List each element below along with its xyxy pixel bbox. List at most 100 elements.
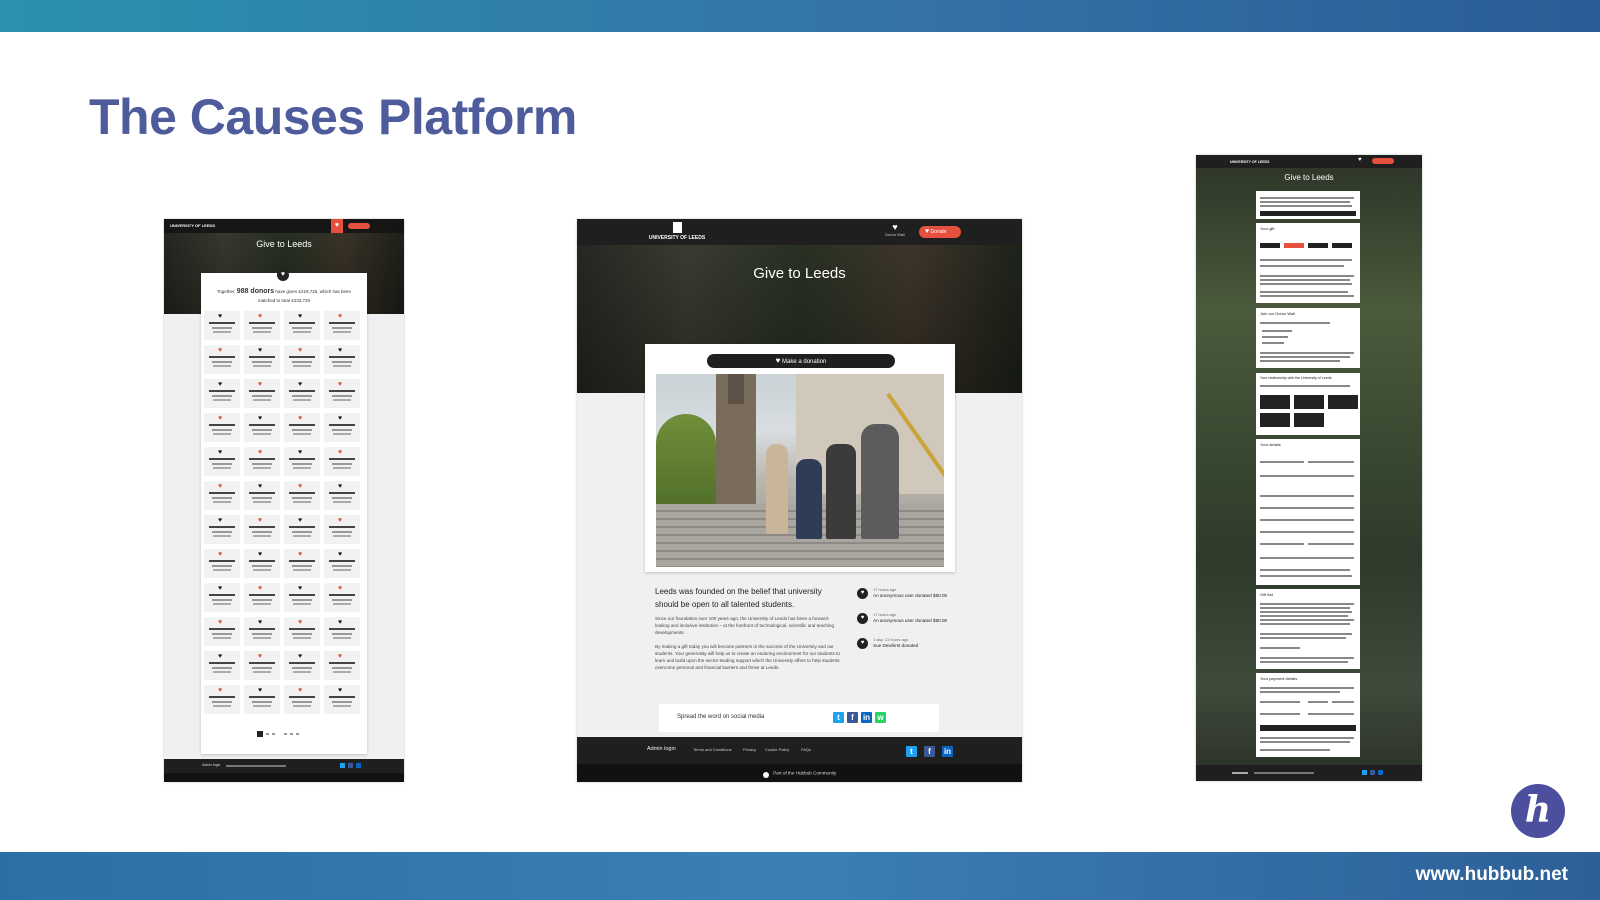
heart-icon: ♥ (338, 483, 343, 490)
linkedin-icon[interactable]: in (861, 712, 872, 723)
relationship-option[interactable] (1260, 395, 1290, 409)
nav-bar: UNIVERSITY OF LEEDS ♥ (164, 219, 404, 233)
heart-icon: ♥ (298, 551, 303, 558)
slide-title: The Causes Platform (89, 89, 577, 145)
donor-grid: ♥ ♥ ♥ ♥ ♥ ♥ ♥ ♥ ♥ ♥ ♥ ♥ ♥ ♥ ♥ ♥ ♥ ♥ ♥ ♥ ♥ ♥ ♥ ♥ ♥ ♥ ♥ ♥ ♥ ♥ ♥ ♥ ♥ ♥ ♥ ♥ ♥ ♥ ♥ ♥… (204, 311, 360, 714)
heart-icon: ♥ (298, 585, 303, 592)
heart-icon: ♥ (857, 613, 868, 624)
heart-icon: ♥ (218, 619, 223, 626)
facebook-icon[interactable]: f (924, 746, 935, 757)
heart-icon: ♥ (338, 381, 343, 388)
donation-card: ♥ Make a donation (645, 344, 955, 572)
donor-tile: ♥ (324, 685, 360, 714)
donate-submit-button[interactable] (1260, 725, 1356, 731)
donor-tile: ♥ (244, 515, 280, 544)
facebook-icon[interactable]: f (847, 712, 858, 723)
heart-icon: ♥ (258, 551, 263, 558)
nav-bar: UNIVERSITY OF LEEDS ♥ Donor Wall ♥ Donat… (577, 219, 1022, 245)
donor-tile: ♥ (324, 515, 360, 544)
community-link[interactable]: Part of the Hubbub Community (773, 770, 836, 775)
brand-logo[interactable]: UNIVERSITY OF LEEDS (1230, 160, 1269, 164)
twitter-icon[interactable]: t (906, 746, 917, 757)
heart-icon: ♥ (338, 313, 343, 320)
donor-stats: Together, 988 donors have given £218,725… (217, 288, 351, 303)
relationship-card: Your relationship with the University of… (1256, 373, 1360, 435)
admin-login-link[interactable]: Admin login (647, 746, 676, 752)
heart-icon: ♥ (218, 313, 223, 320)
hubbub-logo-icon (762, 772, 769, 779)
amount-option[interactable] (1332, 243, 1352, 248)
heart-icon: ♥ (298, 347, 303, 354)
donor-tile: ♥ (244, 481, 280, 510)
donor-tile: ♥ (324, 447, 360, 476)
students-photo (656, 374, 944, 567)
heart-icon: ♥ (892, 222, 898, 232)
twitter-icon[interactable] (1362, 770, 1367, 775)
twitter-icon[interactable]: t (833, 712, 844, 723)
donor-tile: ♥ (204, 515, 240, 544)
community-footer: Part of the Hubbub Community (577, 764, 1022, 782)
facebook-icon[interactable] (1370, 770, 1375, 775)
donor-tile: ♥ (324, 549, 360, 578)
terms-link[interactable]: Terms and Conditions (693, 747, 732, 752)
heart-icon: ♥ (298, 653, 303, 660)
gift-aid-card: Gift Aid (1256, 589, 1360, 669)
linkedin-icon[interactable] (356, 763, 361, 768)
heart-icon: ♥ (277, 269, 289, 281)
linkedin-icon[interactable]: in (942, 746, 953, 757)
relationship-option[interactable] (1294, 395, 1324, 409)
cause-headline: Leeds was founded on the belief that uni… (655, 587, 822, 609)
screenshot-donation-form: UNIVERSITY OF LEEDS ♥ Give to Leeds Your… (1196, 155, 1422, 781)
donor-tile: ♥ (324, 311, 360, 340)
faqs-link[interactable]: FAQs (801, 747, 811, 752)
heart-icon: ♥ (857, 588, 868, 599)
donor-tile: ♥ (244, 651, 280, 680)
make-donation-button[interactable]: ♥ Make a donation (707, 354, 895, 368)
heart-icon[interactable]: ♥ (1358, 157, 1362, 163)
relationship-option[interactable] (1328, 395, 1358, 409)
donate-button[interactable]: ♥ Donate (919, 226, 961, 238)
hero-title: Give to Leeds (1284, 173, 1334, 182)
brand-logo[interactable]: UNIVERSITY OF LEEDS (637, 222, 717, 241)
amount-option[interactable] (1308, 243, 1328, 248)
cookie-policy-link[interactable]: Cookie Policy (765, 747, 789, 752)
heart-icon[interactable]: ♥ (331, 219, 343, 233)
donor-tile: ♥ (284, 345, 320, 374)
amount-option[interactable] (1260, 243, 1280, 248)
donor-tile: ♥ (284, 481, 320, 510)
donor-count: 988 donors (236, 288, 275, 295)
admin-login-link[interactable]: Admin login (202, 763, 220, 767)
donor-tile: ♥ (324, 481, 360, 510)
heart-icon: ♥ (218, 347, 223, 354)
donor-tile: ♥ (284, 447, 320, 476)
recent-donation-item: ♥ 17 hours ago An anonymous user donated… (857, 587, 977, 607)
donate-now-button[interactable] (1260, 211, 1356, 216)
heart-icon: ♥ (218, 653, 223, 660)
section-title: Your details (1260, 442, 1281, 447)
heart-icon: ♥ (258, 313, 263, 320)
privacy-link[interactable]: Privacy (743, 747, 756, 752)
twitter-icon[interactable] (340, 763, 345, 768)
facebook-icon[interactable] (348, 763, 353, 768)
donate-button[interactable] (348, 223, 370, 229)
pagination[interactable] (257, 731, 317, 737)
heart-icon: ♥ (218, 449, 223, 456)
donor-tile: ♥ (244, 447, 280, 476)
donor-wall-link[interactable]: ♥ Donor Wall (881, 222, 909, 237)
website-url: www.hubbub.net (1415, 864, 1568, 885)
recent-donation-item: ♥ 1 day, 13 hours ago Sue Dewhirst donat… (857, 637, 977, 657)
heart-icon: ♥ (857, 638, 868, 649)
donate-button[interactable] (1372, 158, 1394, 164)
donor-tile: ♥ (284, 617, 320, 646)
relationship-option[interactable] (1260, 413, 1290, 427)
heart-icon: ♥ (218, 415, 223, 422)
donor-tile: ♥ (244, 617, 280, 646)
donor-tile: ♥ (284, 379, 320, 408)
whatsapp-icon[interactable]: w (875, 712, 886, 723)
brand-logo[interactable]: UNIVERSITY OF LEEDS (170, 223, 215, 228)
relationship-option[interactable] (1294, 413, 1324, 427)
heart-icon: ♥ (258, 381, 263, 388)
amount-option-selected[interactable] (1284, 243, 1304, 248)
linkedin-icon[interactable] (1378, 770, 1383, 775)
heart-icon: ♥ (218, 381, 223, 388)
